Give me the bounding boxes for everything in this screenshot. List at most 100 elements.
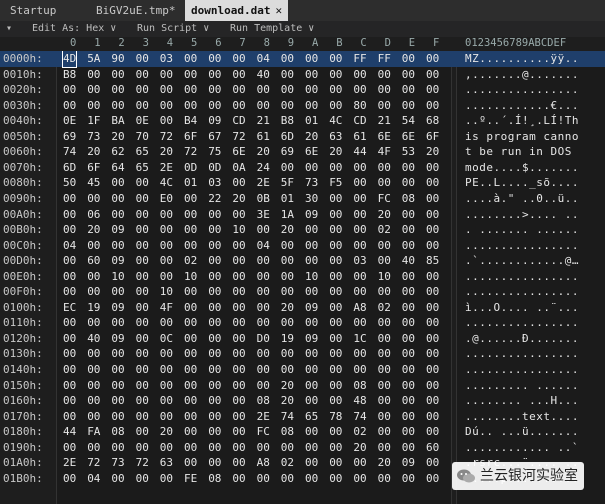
hex-byte[interactable]: A8 (257, 455, 270, 471)
hex-byte[interactable]: 72 (232, 129, 245, 145)
hex-byte[interactable]: 00 (184, 455, 197, 471)
hex-byte[interactable]: 00 (402, 98, 415, 114)
hex-byte[interactable]: 00 (329, 269, 342, 285)
hex-byte[interactable]: 00 (87, 67, 100, 83)
ascii-text[interactable]: ,.......@....... (465, 67, 579, 83)
hex-byte[interactable]: 00 (329, 160, 342, 176)
hex-byte[interactable]: 00 (184, 207, 197, 223)
hex-byte[interactable]: 00 (353, 455, 366, 471)
hex-byte[interactable]: 00 (426, 82, 439, 98)
hex-byte[interactable]: 00 (257, 362, 270, 378)
hex-byte[interactable]: 00 (353, 67, 366, 83)
hex-byte[interactable]: 00 (426, 222, 439, 238)
hex-byte[interactable]: 00 (402, 175, 415, 191)
hex-byte[interactable]: 00 (329, 362, 342, 378)
hex-byte[interactable]: 74 (63, 144, 76, 160)
hex-byte[interactable]: 53 (402, 144, 415, 160)
hex-byte[interactable]: 73 (305, 175, 318, 191)
hex-byte[interactable]: 00 (402, 424, 415, 440)
hex-byte[interactable]: 00 (232, 393, 245, 409)
hex-byte[interactable]: 0D (184, 160, 197, 176)
hex-byte[interactable]: 00 (402, 378, 415, 394)
run-script-dropdown[interactable]: Run Script ∨ (137, 21, 209, 37)
hex-byte[interactable]: 00 (63, 269, 76, 285)
hex-byte[interactable]: 00 (402, 409, 415, 425)
hex-byte[interactable]: 00 (257, 378, 270, 394)
hex-byte[interactable]: 03 (353, 253, 366, 269)
hex-byte[interactable]: 00 (378, 378, 391, 394)
hex-byte[interactable]: 00 (136, 67, 149, 83)
hex-byte[interactable]: 00 (208, 346, 221, 362)
hex-byte[interactable]: 0C (160, 331, 173, 347)
hex-byte[interactable]: 00 (63, 82, 76, 98)
hex-byte[interactable]: 40 (87, 331, 100, 347)
hex-byte[interactable]: 00 (402, 393, 415, 409)
hex-byte[interactable]: 04 (87, 471, 100, 487)
hex-byte[interactable]: 00 (329, 82, 342, 98)
hex-byte[interactable]: 69 (63, 129, 76, 145)
hex-byte[interactable]: 00 (329, 331, 342, 347)
hex-byte[interactable]: 00 (136, 98, 149, 114)
hex-byte[interactable]: 48 (353, 393, 366, 409)
hex-byte[interactable]: 00 (426, 331, 439, 347)
hex-byte[interactable]: 00 (160, 238, 173, 254)
ascii-text[interactable]: Dú.. ...ü....... (465, 424, 579, 440)
hex-byte[interactable]: 00 (353, 346, 366, 362)
hex-byte[interactable]: 00 (353, 191, 366, 207)
hex-byte[interactable]: 00 (63, 346, 76, 362)
hex-byte[interactable]: 21 (257, 113, 270, 129)
hex-byte[interactable]: 04 (63, 238, 76, 254)
hex-byte[interactable]: 00 (329, 471, 342, 487)
hex-byte[interactable]: 00 (136, 424, 149, 440)
hex-byte[interactable]: 03 (160, 51, 173, 67)
hex-byte[interactable]: 00 (378, 238, 391, 254)
hex-byte[interactable]: 00 (281, 98, 294, 114)
hex-byte[interactable]: 02 (378, 300, 391, 316)
hex-byte[interactable]: B8 (281, 113, 294, 129)
hex-byte[interactable]: 02 (378, 222, 391, 238)
hex-byte[interactable]: 00 (402, 362, 415, 378)
hex-byte[interactable]: 08 (111, 424, 124, 440)
table-row[interactable]: 0100h: EC 19 09 00 4F 00 00 00 00 20 09 00 A8 02 00 00 ì.… (0, 300, 605, 316)
hex-byte[interactable]: 00 (232, 471, 245, 487)
hex-byte[interactable]: 19 (87, 300, 100, 316)
hex-byte[interactable]: 4C (329, 113, 342, 129)
hex-byte[interactable]: 70 (136, 129, 149, 145)
hex-byte[interactable]: 00 (426, 67, 439, 83)
ascii-text[interactable]: ................ (465, 284, 579, 300)
hex-byte[interactable]: 00 (281, 440, 294, 456)
hex-byte[interactable]: 00 (111, 238, 124, 254)
hex-byte[interactable]: 00 (63, 362, 76, 378)
hex-byte[interactable]: 00 (184, 331, 197, 347)
hex-byte[interactable]: 00 (208, 331, 221, 347)
hex-byte[interactable]: 00 (426, 378, 439, 394)
table-row[interactable]: 0030h: 00 00 00 00 00 00 00 00 00 00 00 00 80 00 00 00..… (0, 98, 605, 114)
hex-byte[interactable]: 2E (257, 409, 270, 425)
ascii-text[interactable]: ..º..´.Í!¸.LÍ!Th (465, 113, 579, 129)
hex-byte[interactable]: 00 (111, 362, 124, 378)
hex-byte[interactable]: 00 (184, 98, 197, 114)
hex-byte[interactable]: 00 (378, 331, 391, 347)
hex-byte[interactable]: 61 (353, 129, 366, 145)
hex-byte[interactable]: 00 (232, 284, 245, 300)
hex-byte[interactable]: 00 (111, 378, 124, 394)
hex-byte[interactable]: 00 (329, 424, 342, 440)
hex-byte[interactable]: A8 (353, 300, 366, 316)
hex-byte[interactable]: 00 (353, 207, 366, 223)
hex-byte[interactable]: 00 (160, 440, 173, 456)
hex-byte[interactable]: 00 (426, 51, 439, 67)
hex-byte[interactable]: 00 (305, 222, 318, 238)
hex-byte[interactable]: 73 (111, 455, 124, 471)
hex-byte[interactable]: 00 (136, 82, 149, 98)
hex-byte[interactable]: 00 (426, 424, 439, 440)
hex-byte[interactable]: 00 (208, 424, 221, 440)
hex-byte[interactable]: 44 (353, 144, 366, 160)
hex-byte[interactable]: 00 (426, 269, 439, 285)
hex-byte[interactable]: 45 (87, 175, 100, 191)
ascii-text[interactable]: ........>.... .. (465, 207, 579, 223)
ascii-text[interactable]: ............€... (465, 98, 579, 114)
hex-byte[interactable]: 00 (160, 113, 173, 129)
hex-byte[interactable]: 00 (63, 207, 76, 223)
hex-byte[interactable]: 00 (281, 82, 294, 98)
hex-byte[interactable]: 00 (402, 238, 415, 254)
